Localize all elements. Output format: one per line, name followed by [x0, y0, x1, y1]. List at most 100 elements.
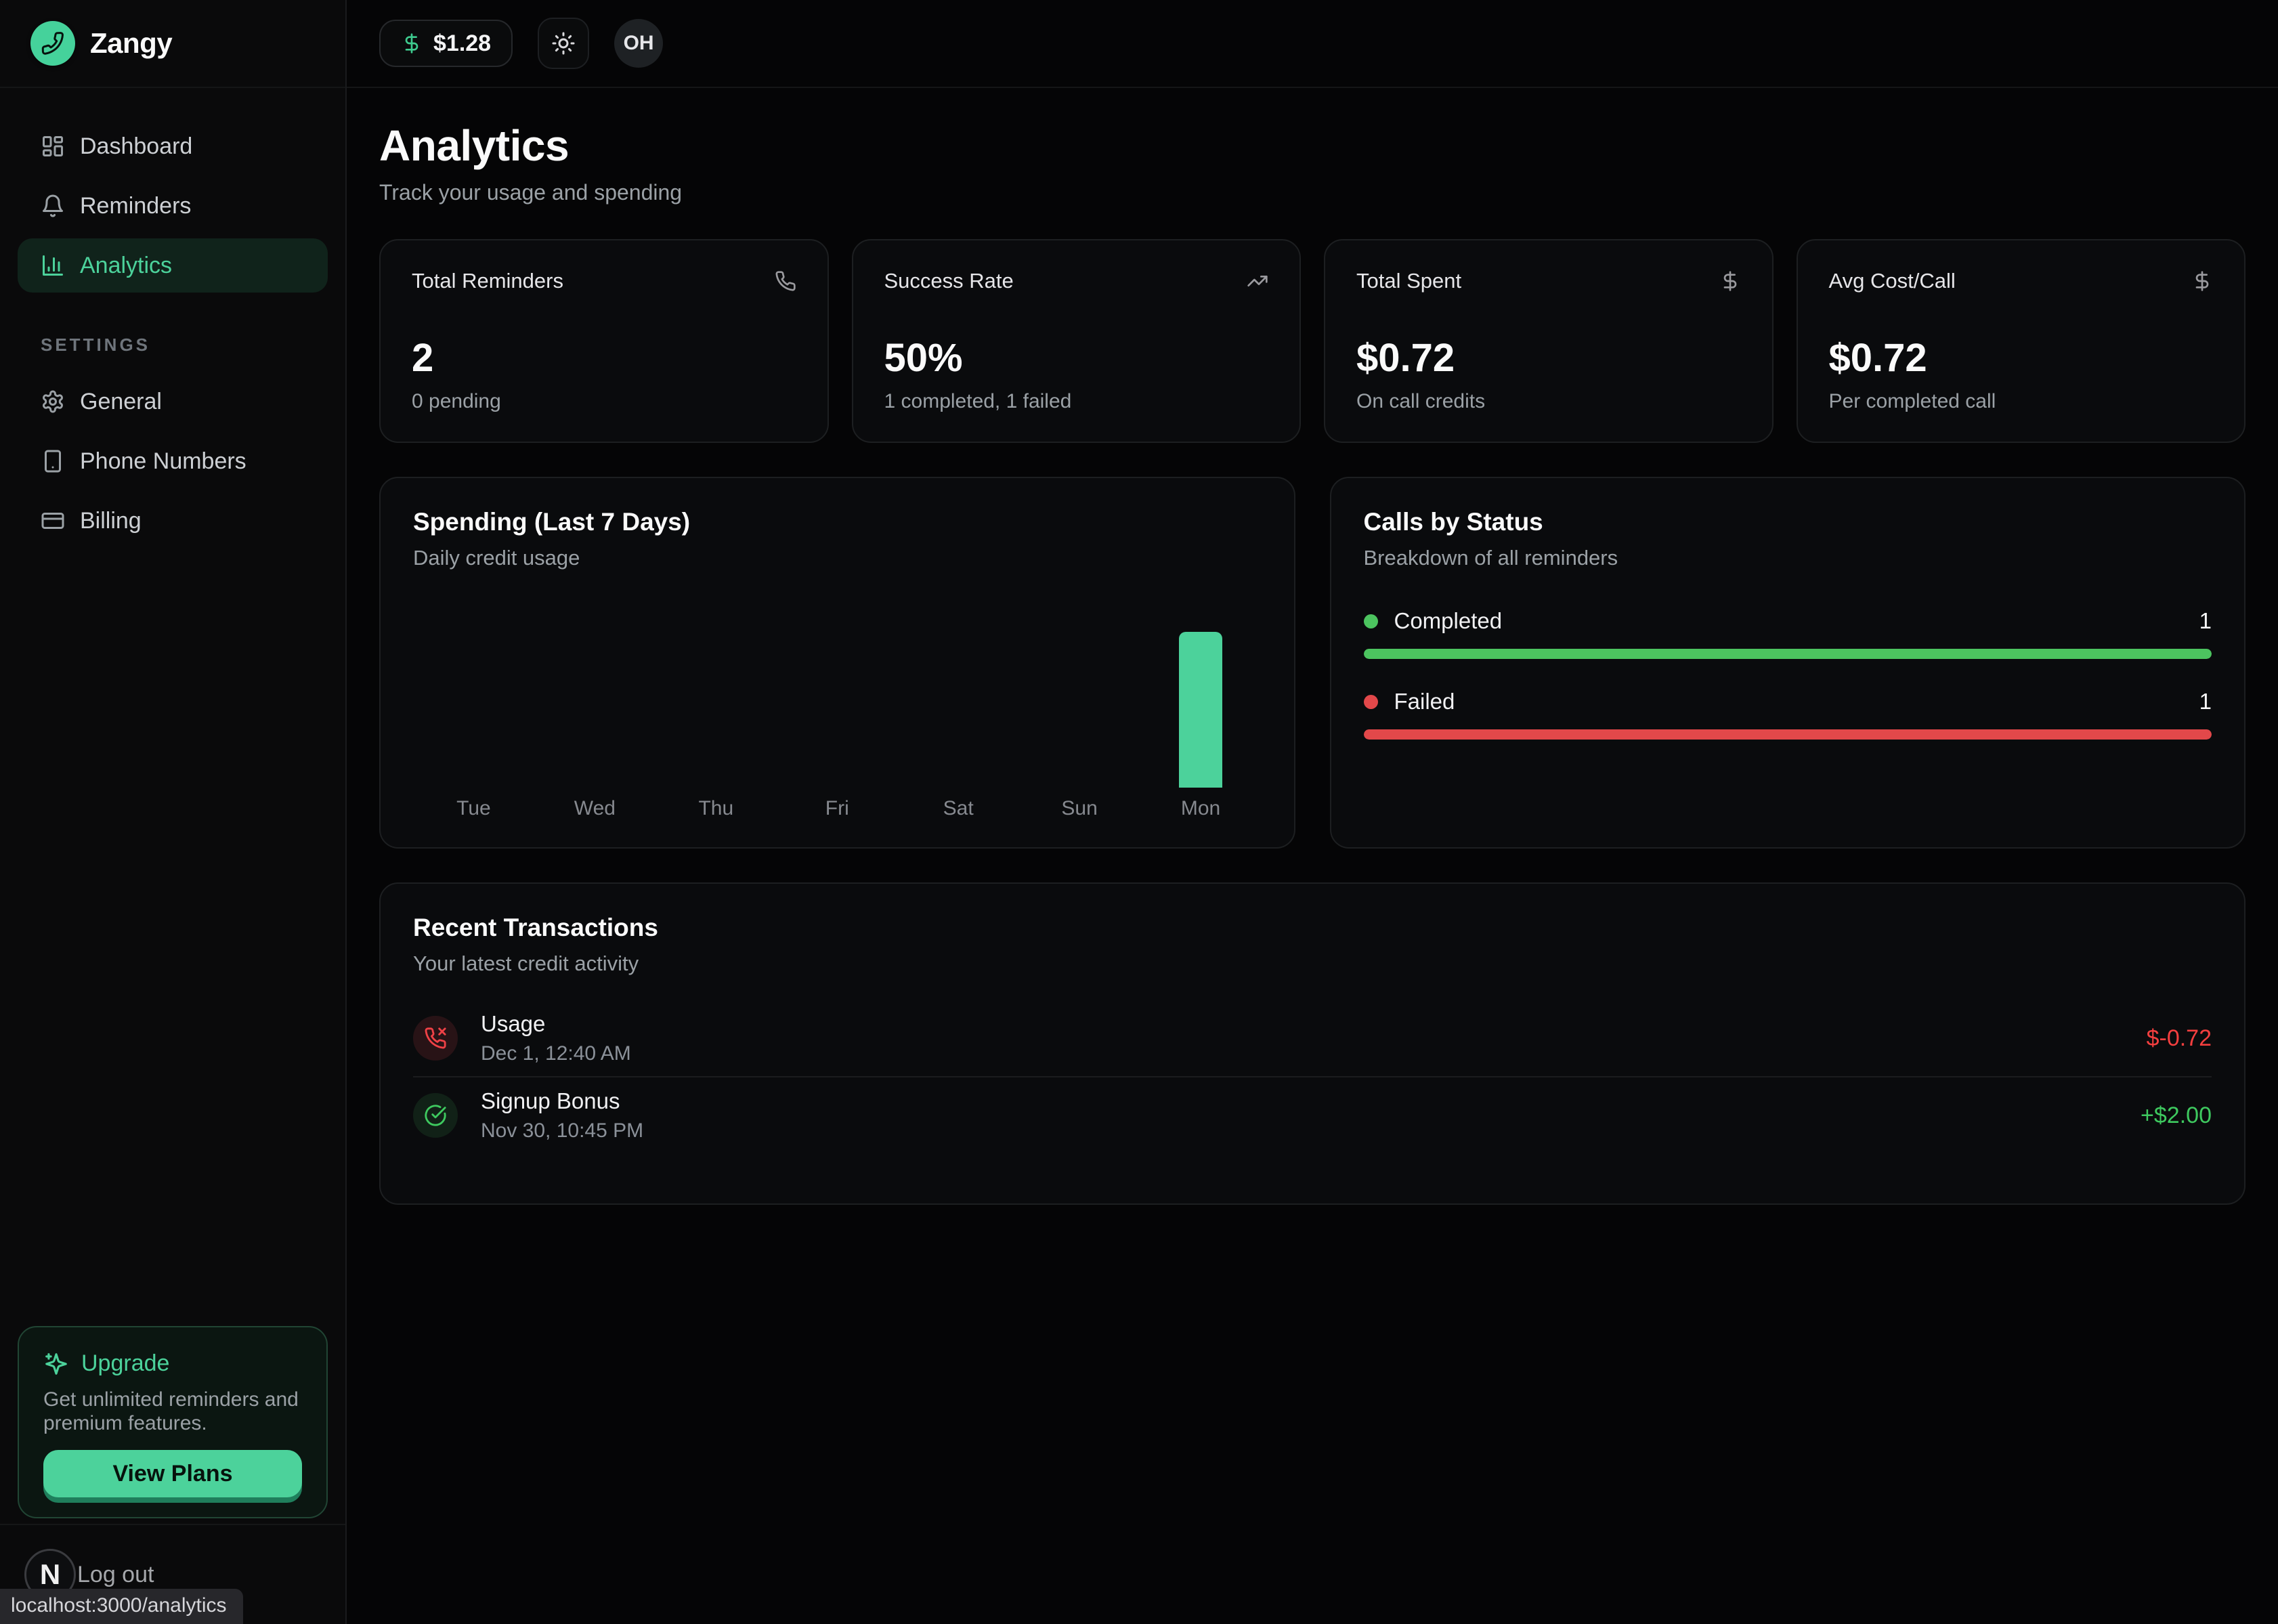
spending-chart-title: Spending (Last 7 Days) [413, 508, 1262, 536]
stat-card-total-reminders: Total Reminders 2 0 pending [379, 239, 829, 443]
dollar-icon [401, 33, 423, 54]
topbar: $1.28 OH [347, 0, 2278, 88]
status-value: 1 [2199, 689, 2212, 714]
status-row-completed: Completed 1 [1364, 608, 2212, 659]
sidebar-item-label: General [80, 389, 162, 415]
main-content: Analytics Track your usage and spending … [347, 88, 2278, 1624]
completed-dot-icon [1364, 614, 1378, 628]
sidebar-item-label: Dashboard [80, 133, 192, 160]
brand-name: Zangy [90, 27, 172, 60]
failed-progress-bar [1364, 729, 2212, 740]
transaction-row-signup-bonus: Signup Bonus Nov 30, 10:45 PM +$2.00 [413, 1077, 2212, 1153]
chart-column-fri [777, 632, 898, 788]
transaction-label: Signup Bonus [481, 1088, 643, 1114]
sun-icon [551, 31, 576, 56]
zangy-logo [30, 21, 75, 66]
chart-column-mon [1140, 632, 1262, 788]
chart-column-wed [534, 632, 656, 788]
chart-x-label: Wed [534, 797, 656, 820]
status-label: Completed [1394, 608, 1503, 634]
sidebar: Zangy Dashboard Reminders Analytics SETT… [0, 0, 347, 1624]
statusbar-url: localhost:3000/analytics [0, 1589, 243, 1624]
chart-column-tue [413, 632, 534, 788]
sidebar-item-label: Billing [80, 508, 142, 534]
dollar-icon [2191, 270, 2213, 292]
transactions-title: Recent Transactions [413, 914, 2212, 942]
bell-icon [41, 194, 65, 218]
sparkles-icon [43, 1351, 69, 1377]
transaction-timestamp: Nov 30, 10:45 PM [481, 1119, 643, 1142]
recent-transactions-card: Recent Transactions Your latest credit a… [379, 882, 2245, 1205]
stat-title: Avg Cost/Call [1829, 269, 1956, 293]
sidebar-item-dashboard[interactable]: Dashboard [18, 119, 328, 173]
sidebar-item-billing[interactable]: Billing [18, 494, 328, 548]
upgrade-description: Get unlimited reminders and premium feat… [43, 1388, 302, 1435]
upgrade-title: Upgrade [81, 1350, 169, 1377]
sidebar-item-analytics[interactable]: Analytics [18, 238, 328, 293]
trending-up-icon [1247, 270, 1268, 292]
stat-subtext: 0 pending [412, 390, 796, 413]
stat-value: $0.72 [1356, 335, 1741, 381]
chart-x-label: Sat [898, 797, 1019, 820]
bar-chart-icon [41, 253, 65, 278]
status-label: Failed [1394, 689, 1455, 714]
dollar-icon [1719, 270, 1741, 292]
transaction-row-usage: Usage Dec 1, 12:40 AM $-0.72 [413, 1000, 2212, 1076]
chart-x-label: Mon [1140, 797, 1262, 820]
chart-x-label: Sun [1019, 797, 1140, 820]
transaction-label: Usage [481, 1011, 631, 1037]
logout-button[interactable]: Log out [77, 1562, 154, 1588]
stat-subtext: On call credits [1356, 390, 1741, 413]
settings-section-header: SETTINGS [41, 335, 328, 356]
calls-by-status-title: Calls by Status [1364, 508, 2212, 536]
view-plans-button[interactable]: View Plans [43, 1450, 302, 1497]
upgrade-card: Upgrade Get unlimited reminders and prem… [18, 1326, 328, 1518]
transactions-subtitle: Your latest credit activity [413, 952, 2212, 976]
stat-subtext: 1 completed, 1 failed [884, 390, 1269, 413]
stat-title: Total Reminders [412, 269, 563, 293]
sidebar-item-label: Phone Numbers [80, 448, 246, 475]
sidebar-item-label: Reminders [80, 193, 191, 219]
chart-column-thu [656, 632, 777, 788]
spending-chart-bars [413, 632, 1262, 788]
status-value: 1 [2199, 608, 2212, 634]
sidebar-item-general[interactable]: General [18, 375, 328, 429]
balance-amount: $1.28 [433, 30, 491, 57]
calls-by-status-subtitle: Breakdown of all reminders [1364, 546, 2212, 570]
dashboard-icon [41, 134, 65, 158]
completed-progress-bar [1364, 649, 2212, 659]
transaction-amount: $-0.72 [2147, 1025, 2212, 1052]
chart-x-label: Fri [777, 797, 898, 820]
charts-row: Spending (Last 7 Days) Daily credit usag… [379, 477, 2245, 849]
stat-card-total-spent: Total Spent $0.72 On call credits [1324, 239, 1774, 443]
transaction-timestamp: Dec 1, 12:40 AM [481, 1042, 631, 1065]
chart-x-label: Thu [656, 797, 777, 820]
status-row-failed: Failed 1 [1364, 689, 2212, 740]
stat-value: $0.72 [1829, 335, 2214, 381]
failed-dot-icon [1364, 695, 1378, 709]
page-title: Analytics [379, 121, 2245, 171]
sidebar-nav: Dashboard Reminders Analytics SETTINGS G… [0, 88, 345, 548]
stat-subtext: Per completed call [1829, 390, 2214, 413]
stat-title: Total Spent [1356, 269, 1461, 293]
stats-row: Total Reminders 2 0 pending Success Rate… [379, 239, 2245, 443]
sidebar-item-reminders[interactable]: Reminders [18, 179, 328, 233]
user-badge[interactable]: OH [614, 19, 663, 68]
chart-column-sun [1019, 632, 1140, 788]
transaction-amount: +$2.00 [2141, 1103, 2212, 1129]
spending-chart-subtitle: Daily credit usage [413, 546, 1262, 570]
stat-title: Success Rate [884, 269, 1014, 293]
credit-balance-pill[interactable]: $1.28 [379, 20, 513, 67]
check-circle-icon [413, 1093, 458, 1138]
sidebar-item-phone-numbers[interactable]: Phone Numbers [18, 434, 328, 488]
brand: Zangy [0, 0, 345, 88]
phone-logo-icon [41, 31, 65, 56]
calls-by-status-card: Calls by Status Breakdown of all reminde… [1330, 477, 2246, 849]
phone-icon [775, 270, 796, 292]
sidebar-item-label: Analytics [80, 253, 172, 279]
stat-card-success-rate: Success Rate 50% 1 completed, 1 failed [852, 239, 1302, 443]
stat-value: 50% [884, 335, 1269, 381]
theme-toggle-button[interactable] [538, 18, 589, 69]
gear-icon [41, 389, 65, 414]
spending-chart-labels: TueWedThuFriSatSunMon [413, 797, 1262, 820]
